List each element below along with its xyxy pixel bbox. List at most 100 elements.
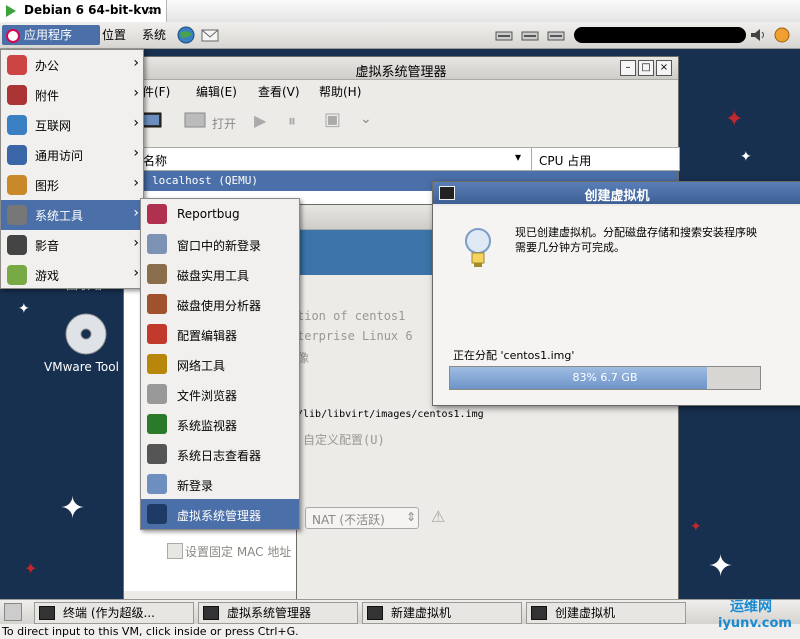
apps-menu-label: 图形 [35,179,60,193]
system-tools-label: 窗口中的新登录 [177,239,262,253]
menu-view[interactable]: 查看(V) [258,83,300,100]
chevron-right-icon: › [133,145,139,161]
system-tools-item[interactable]: 配置编辑器 [141,319,299,349]
mac-checkbox[interactable] [167,543,183,559]
shutdown-icon[interactable]: ▣ [324,109,341,130]
vmware-titlebar: Debian 6 64-bit-kvm × [0,0,800,23]
maximize-button[interactable]: □ [638,60,654,76]
system-tools-item[interactable]: Reportbug [141,199,299,229]
col-cpu[interactable]: CPU 占用 [539,152,591,169]
create-vm-title: 创建虚拟机 [584,189,650,204]
vm-tab-title: Debian 6 64-bit-kvm [24,3,162,17]
apps-menu-item[interactable]: 图形 › [1,170,143,200]
system-tools-label: 新登录 [177,479,214,493]
show-desktop-icon[interactable] [4,603,22,621]
col-name[interactable]: 名称 [143,152,167,169]
watermark-logo: 运维网 iyunv.com [718,599,792,631]
applications-menu[interactable]: 应用程序 [2,25,100,45]
system-tools-item[interactable]: 磁盘实用工具 [141,259,299,289]
web-browser-icon[interactable] [176,26,196,44]
volume-icon[interactable] [748,26,768,44]
chevron-down-icon[interactable]: ⌄ [360,111,372,127]
allocating-label: 正在分配 'centos1.img' [453,349,575,362]
system-tools-item[interactable]: 虚拟系统管理器 [141,499,299,529]
accessories-icon [7,85,27,105]
monitor-icon[interactable] [184,111,206,131]
apps-menu-item[interactable]: 通用访问 › [1,140,143,170]
app-icon [147,414,167,434]
apps-menu-label: 系统工具 [35,209,84,223]
app-icon [147,504,167,524]
system-tools-label: 虚拟系统管理器 [177,509,262,523]
pause-icon[interactable]: ⏸ [288,111,296,131]
apps-menu-item[interactable]: 办公 › [1,50,143,80]
apps-menu-item[interactable]: 系统工具 › [1,200,143,230]
storage-path: /lib/libvirt/images/centos1.img [297,409,484,420]
system-menu[interactable]: 系统 [138,25,170,45]
network-select-value: NAT (不活跃) [312,513,385,527]
network-select[interactable]: NAT (不活跃) ⇕ [305,507,419,529]
apps-menu-item[interactable]: 影音 › [1,230,143,260]
star-decoration: ✦ [690,519,702,535]
close-button[interactable]: × [656,60,672,76]
app-icon [147,204,167,224]
custom-config-checkbox[interactable]: 自定义配置(U) [303,431,385,448]
taskbar-button[interactable]: 新建虚拟机 [362,602,522,624]
menubar: 件(F) 编辑(E) 查看(V) 帮助(H) [124,79,678,101]
close-icon[interactable]: × [146,3,156,17]
terminal-icon [39,606,55,620]
apps-menu-item[interactable]: 游戏 › [1,260,143,290]
app-icon [147,354,167,374]
app-icon [147,474,167,494]
window-title: 虚拟系统管理器 [355,65,447,80]
taskbar-button[interactable]: 虚拟系统管理器 [198,602,358,624]
apps-menu-item[interactable]: 附件 › [1,80,143,110]
apps-menu-label: 影音 [35,239,60,253]
desktop-icon-vmware-tools[interactable]: 回收站 VMware Tool [44,278,128,382]
warning-icon: ⚠ [431,507,446,526]
apps-menu-label: 办公 [35,59,60,73]
system-tools-item[interactable]: 磁盘使用分析器 [141,289,299,319]
menu-help[interactable]: 帮助(H) [319,83,361,100]
app-icon [147,264,167,284]
places-menu[interactable]: 位置 [98,25,130,45]
mail-icon[interactable] [200,26,220,44]
sort-chevron-icon[interactable]: ▾ [515,150,521,164]
minimize-button[interactable]: – [620,60,636,76]
system-tools-label: 文件浏览器 [177,389,238,403]
new-vm-icon [367,606,383,620]
user-icon[interactable] [772,26,792,44]
vm-tab[interactable]: Debian 6 64-bit-kvm × [0,0,167,22]
app-icon [147,294,167,314]
apps-menu-item[interactable]: 互联网 › [1,110,143,140]
applications-label: 应用程序 [24,28,73,42]
system-tools-item[interactable]: 网络工具 [141,349,299,379]
system-tools-item[interactable]: 系统日志查看器 [141,439,299,469]
system-tools-label: 系统监视器 [177,419,238,433]
menu-file[interactable]: 件(F) [142,83,170,100]
create-vm-titlebar[interactable]: 创建虚拟机 [433,182,800,204]
redacted-area [574,27,746,43]
system-tools-item[interactable]: 文件浏览器 [141,379,299,409]
system-tools-item[interactable]: 新登录 [141,469,299,499]
taskbar-button[interactable]: 创建虚拟机 [526,602,686,624]
menu-edit[interactable]: 编辑(E) [196,83,237,100]
system-tools-item[interactable]: 系统监视器 [141,409,299,439]
chevron-right-icon: › [133,205,139,221]
star-decoration: ✦ [725,107,744,132]
chevron-right-icon: › [133,265,139,281]
run-icon[interactable]: ▶ [254,111,266,130]
top-panel: 应用程序 位置 系统 [0,22,800,49]
progress-text: 83% 6.7 GB [572,371,638,384]
apps-menu-label: 游戏 [35,269,60,283]
vm-manager-titlebar[interactable]: 虚拟系统管理器 – □ × [124,57,678,80]
system-tools-label: 配置编辑器 [177,329,238,343]
open-button[interactable]: 打开 [212,115,236,132]
system-tools-submenu: Reportbug 窗口中的新登录磁盘实用工具磁盘使用分析器 配置编辑器网络工具文件… [140,198,300,530]
system-tools-label: 磁盘使用分析器 [177,299,262,313]
system-tools-item[interactable]: 窗口中的新登录 [141,229,299,259]
system-tools-label: Reportbug [177,207,240,221]
desktop-icon-label: VMware Tool [44,360,119,374]
taskbar-button[interactable]: 终端 (作为超级... [34,602,194,624]
network-device-icon-2 [521,31,539,41]
